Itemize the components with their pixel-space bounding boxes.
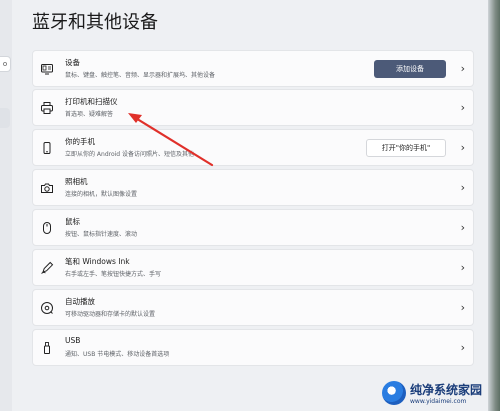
autoplay-icon: [40, 301, 54, 315]
page-title: 蓝牙和其他设备: [32, 12, 158, 33]
selected-nav-item-edge[interactable]: [0, 108, 10, 128]
chevron-right-icon[interactable]: ›: [461, 182, 465, 194]
watermark-name: 纯净系统家园: [410, 383, 483, 397]
watermark-url: www.yidaimei.com: [410, 398, 467, 405]
setting-card-printers[interactable]: 打印机和扫描仪 首选项、疑难解答 ›: [32, 89, 474, 126]
usb-icon: [40, 341, 54, 355]
setting-card-autoplay[interactable]: 自动播放 可移动驱动器和存储卡的默认设置 ›: [32, 289, 474, 326]
card-title: 鼠标: [65, 217, 80, 226]
chevron-right-icon[interactable]: ›: [461, 342, 465, 354]
setting-card-usb[interactable]: USB 通知、USB 节电模式、移动设备首选项 ›: [32, 329, 474, 366]
card-title: USB: [65, 336, 81, 345]
card-description: 右手或左手、笔按钮快捷方式、手写: [65, 271, 162, 278]
phone-icon: [40, 141, 54, 155]
setting-card-devices[interactable]: 设备 鼠标、键盘、触控笔、音频、显示器和扩展坞、其他设备 添加设备 ›: [32, 50, 474, 87]
card-description: 可移动驱动器和存储卡的默认设置: [65, 311, 156, 318]
setting-card-camera[interactable]: 照相机 连接的相机，默认图像设置 ›: [32, 169, 474, 206]
setting-card-your-phone[interactable]: 你的手机 立即从你的 Android 设备访问照片、短信及其他 打开"你的手机"…: [32, 129, 474, 166]
watermark-globe-icon: [382, 381, 406, 405]
chevron-right-icon[interactable]: ›: [461, 102, 465, 114]
card-description: 通知、USB 节电模式、移动设备首选项: [65, 351, 170, 358]
chevron-right-icon[interactable]: ›: [461, 262, 465, 274]
mouse-icon: [40, 221, 54, 235]
setting-card-mouse[interactable]: 鼠标 按钮、鼠标指针速度、滚动 ›: [32, 209, 474, 246]
card-description: 鼠标、键盘、触控笔、音频、显示器和扩展坞、其他设备: [65, 72, 216, 79]
setting-card-pen-windows-ink[interactable]: 笔和 Windows Ink 右手或左手、笔按钮快捷方式、手写 ›: [32, 249, 474, 286]
devices-icon: [40, 62, 54, 76]
card-title: 打印机和扫描仪: [65, 97, 118, 106]
nav-pane-edge: o: [0, 0, 12, 411]
add-device-button[interactable]: 添加设备: [374, 60, 446, 78]
card-title: 设备: [65, 58, 80, 67]
card-title: 自动播放: [65, 297, 95, 306]
camera-icon: [40, 181, 54, 195]
printer-icon: [40, 101, 54, 115]
card-title: 照相机: [65, 177, 88, 186]
chevron-right-icon[interactable]: ›: [461, 63, 465, 75]
card-description: 立即从你的 Android 设备访问照片、短信及其他: [65, 151, 195, 158]
search-box-edge[interactable]: o: [0, 56, 11, 72]
card-title: 你的手机: [65, 137, 95, 146]
pen-icon: [40, 261, 54, 275]
chevron-right-icon[interactable]: ›: [461, 302, 465, 314]
card-description: 首选项、疑难解答: [65, 111, 114, 118]
card-description: 连接的相机，默认图像设置: [65, 191, 138, 198]
chevron-right-icon[interactable]: ›: [461, 142, 465, 154]
open-your-phone-button[interactable]: 打开"你的手机": [366, 139, 446, 157]
card-description: 按钮、鼠标指针速度、滚动: [65, 231, 138, 238]
desktop-background-edge: [488, 0, 500, 411]
chevron-right-icon[interactable]: ›: [461, 222, 465, 234]
card-title: 笔和 Windows Ink: [65, 257, 130, 266]
watermark-logo: 纯净系统家园 www.yidaimei.com: [382, 379, 494, 409]
